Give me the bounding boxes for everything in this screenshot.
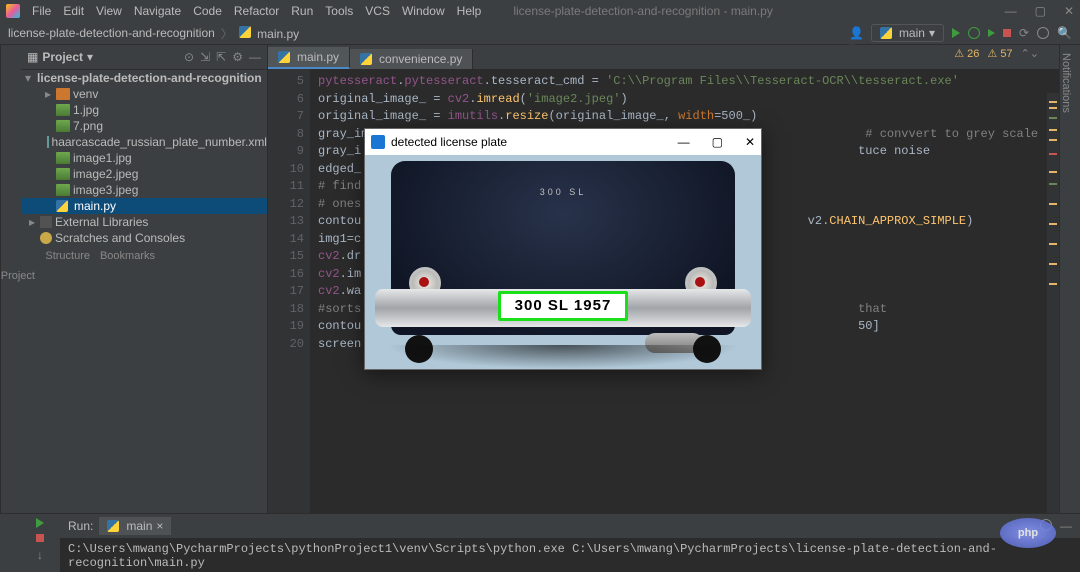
select-opened-file-icon[interactable]: ⊙ bbox=[184, 50, 194, 64]
tree-item-venv[interactable]: ▸venv bbox=[21, 86, 267, 102]
scroll-to-end-icon[interactable]: ↓ bbox=[37, 548, 43, 562]
title-project: license-plate-detection-and-recognition … bbox=[513, 4, 773, 18]
tree-item-main-py[interactable]: main.py bbox=[21, 198, 267, 214]
user-icon[interactable]: 👤▾ bbox=[849, 26, 863, 40]
project-panel-dropdown-icon[interactable]: ▦ bbox=[27, 50, 38, 64]
run-config-label: main bbox=[899, 26, 925, 40]
bookmarks-tool-button[interactable]: Bookmarks bbox=[100, 250, 155, 262]
menu-code[interactable]: Code bbox=[193, 4, 222, 18]
run-console-output[interactable]: C:\Users\mwang\PycharmProjects\pythonPro… bbox=[60, 538, 1080, 572]
settings-icon[interactable]: ⚙ bbox=[232, 50, 243, 64]
editor-tabs: main.py convenience.py bbox=[268, 45, 1059, 69]
window-minimize-icon[interactable]: — bbox=[1005, 4, 1017, 18]
settings-icon[interactable] bbox=[1037, 27, 1049, 39]
menu-refactor[interactable]: Refactor bbox=[234, 4, 279, 18]
project-panel: ▦ Project ▾ ⊙ ⇲ ⇱ ⚙ — ▾ license-plate-de… bbox=[21, 45, 268, 513]
window-titlebar: File Edit View Navigate Code Refactor Ru… bbox=[0, 0, 1080, 22]
tab-convenience-py[interactable]: convenience.py bbox=[350, 49, 473, 69]
tree-item-1-jpg[interactable]: 1.jpg bbox=[21, 102, 267, 118]
menu-file[interactable]: File bbox=[32, 4, 51, 18]
detected-image: 300 SL 300 SL 1957 bbox=[365, 155, 761, 369]
chevron-up-down-icon[interactable]: ⌃⌄ bbox=[1021, 47, 1039, 60]
hide-run-panel-icon[interactable]: — bbox=[1060, 519, 1072, 533]
notifications-tool-button[interactable]: Notifications bbox=[1060, 53, 1072, 113]
popup-titlebar[interactable]: detected license plate — ▢ ✕ bbox=[365, 129, 761, 155]
opencv-window-icon bbox=[371, 135, 385, 149]
tree-item-External-Libraries[interactable]: ▸External Libraries bbox=[21, 214, 267, 230]
menu-vcs[interactable]: VCS bbox=[365, 4, 390, 18]
stop-button[interactable] bbox=[1003, 29, 1011, 37]
structure-tool-button[interactable]: Structure bbox=[45, 250, 90, 262]
menu-navigate[interactable]: Navigate bbox=[134, 4, 181, 18]
window-controls: — ▢ ✕ bbox=[1005, 4, 1074, 18]
tree-root[interactable]: ▾ license-plate-detection-and-recognitio… bbox=[21, 70, 267, 86]
project-tree[interactable]: ▾ license-plate-detection-and-recognitio… bbox=[21, 70, 267, 513]
window-close-icon[interactable]: ✕ bbox=[1064, 4, 1074, 18]
run-tool-window: ↓ ≡ ⤶ 🗑 Run: main × — C:\Users\mwang\Pyc… bbox=[0, 513, 1080, 572]
error-stripe[interactable] bbox=[1047, 93, 1059, 513]
popup-title: detected license plate bbox=[391, 135, 507, 149]
tree-item-image3-jpeg[interactable]: image3.jpeg bbox=[21, 182, 267, 198]
python-icon bbox=[107, 520, 119, 532]
right-tool-gutter: Notifications bbox=[1059, 45, 1080, 513]
menu-run[interactable]: Run bbox=[291, 4, 313, 18]
left-tool-gutter: Project Structure Bookmarks bbox=[0, 45, 21, 513]
tree-item-7-png[interactable]: 7.png bbox=[21, 118, 267, 134]
collapse-all-icon[interactable]: ⇱ bbox=[216, 50, 226, 64]
tree-item-image1-jpg[interactable]: image1.jpg bbox=[21, 150, 267, 166]
breadcrumb-file[interactable]: main.py bbox=[239, 26, 299, 41]
pycharm-logo-icon bbox=[6, 4, 20, 18]
menu-help[interactable]: Help bbox=[457, 4, 482, 18]
breadcrumb-project[interactable]: license-plate-detection-and-recognition bbox=[8, 26, 215, 40]
python-file-icon bbox=[239, 26, 251, 38]
python-file-icon bbox=[360, 53, 372, 65]
gutter-line-numbers: 567891011121314151617181920 bbox=[268, 69, 310, 513]
chevron-down-icon: ▾ bbox=[929, 26, 935, 40]
watermark-badge: php bbox=[1000, 518, 1056, 548]
menu-window[interactable]: Window bbox=[402, 4, 445, 18]
popup-close-icon[interactable]: ✕ bbox=[745, 135, 755, 149]
tab-main-py[interactable]: main.py bbox=[268, 47, 350, 69]
tree-item-image2-jpeg[interactable]: image2.jpeg bbox=[21, 166, 267, 182]
run-with-coverage-button[interactable] bbox=[988, 29, 995, 37]
opencv-image-window[interactable]: detected license plate — ▢ ✕ 300 SL 300 … bbox=[364, 128, 762, 370]
project-tool-button[interactable]: Project bbox=[1, 270, 35, 282]
chevron-down-icon[interactable]: ▾ bbox=[25, 70, 31, 86]
run-panel-header: Run: main × — bbox=[60, 514, 1080, 538]
project-panel-header: ▦ Project ▾ ⊙ ⇲ ⇱ ⚙ — bbox=[21, 45, 267, 70]
run-tab-main[interactable]: main × bbox=[99, 517, 171, 535]
close-tab-icon[interactable]: × bbox=[156, 519, 163, 533]
popup-minimize-icon[interactable]: — bbox=[678, 135, 690, 149]
rerun-button[interactable] bbox=[36, 518, 44, 528]
expand-all-icon[interactable]: ⇲ bbox=[200, 50, 210, 64]
debug-button[interactable] bbox=[968, 27, 980, 39]
menu-tools[interactable]: Tools bbox=[325, 4, 353, 18]
popup-maximize-icon[interactable]: ▢ bbox=[712, 135, 723, 149]
run-toolbar: ↓ ≡ ⤶ 🗑 bbox=[20, 514, 60, 572]
run-panel-title: Run: bbox=[68, 519, 93, 533]
inspection-summary[interactable]: ⚠ 26 ⚠ 57 ⌃⌄ bbox=[954, 47, 1039, 60]
main-menu: File Edit View Navigate Code Refactor Ru… bbox=[32, 4, 481, 18]
run-button[interactable] bbox=[952, 28, 960, 38]
git-update-icon[interactable]: ⟳ bbox=[1019, 26, 1029, 40]
python-file-icon bbox=[278, 51, 290, 63]
print-icon[interactable]: ≡ bbox=[36, 568, 43, 572]
search-everywhere-icon[interactable]: 🔍 bbox=[1057, 26, 1072, 40]
breadcrumb-separator-icon: 〉 bbox=[221, 25, 233, 42]
license-plate: 300 SL 1957 bbox=[498, 291, 628, 321]
run-config-selector[interactable]: main ▾ bbox=[871, 24, 944, 42]
project-panel-title: Project bbox=[42, 50, 83, 64]
chevron-down-icon[interactable]: ▾ bbox=[87, 50, 93, 64]
tree-item-Scratches-and-Consoles[interactable]: Scratches and Consoles bbox=[21, 230, 267, 246]
tree-item-haarcascade_russian_plate_number-xml[interactable]: haarcascade_russian_plate_number.xml bbox=[21, 134, 267, 150]
stop-process-button[interactable] bbox=[36, 534, 44, 542]
car-badge-text: 300 SL bbox=[540, 187, 587, 197]
menu-edit[interactable]: Edit bbox=[63, 4, 84, 18]
hide-panel-icon[interactable]: — bbox=[249, 50, 261, 64]
window-maximize-icon[interactable]: ▢ bbox=[1035, 4, 1046, 18]
python-icon bbox=[880, 27, 892, 39]
menu-view[interactable]: View bbox=[96, 4, 122, 18]
navigation-bar: license-plate-detection-and-recognition … bbox=[0, 22, 1080, 45]
